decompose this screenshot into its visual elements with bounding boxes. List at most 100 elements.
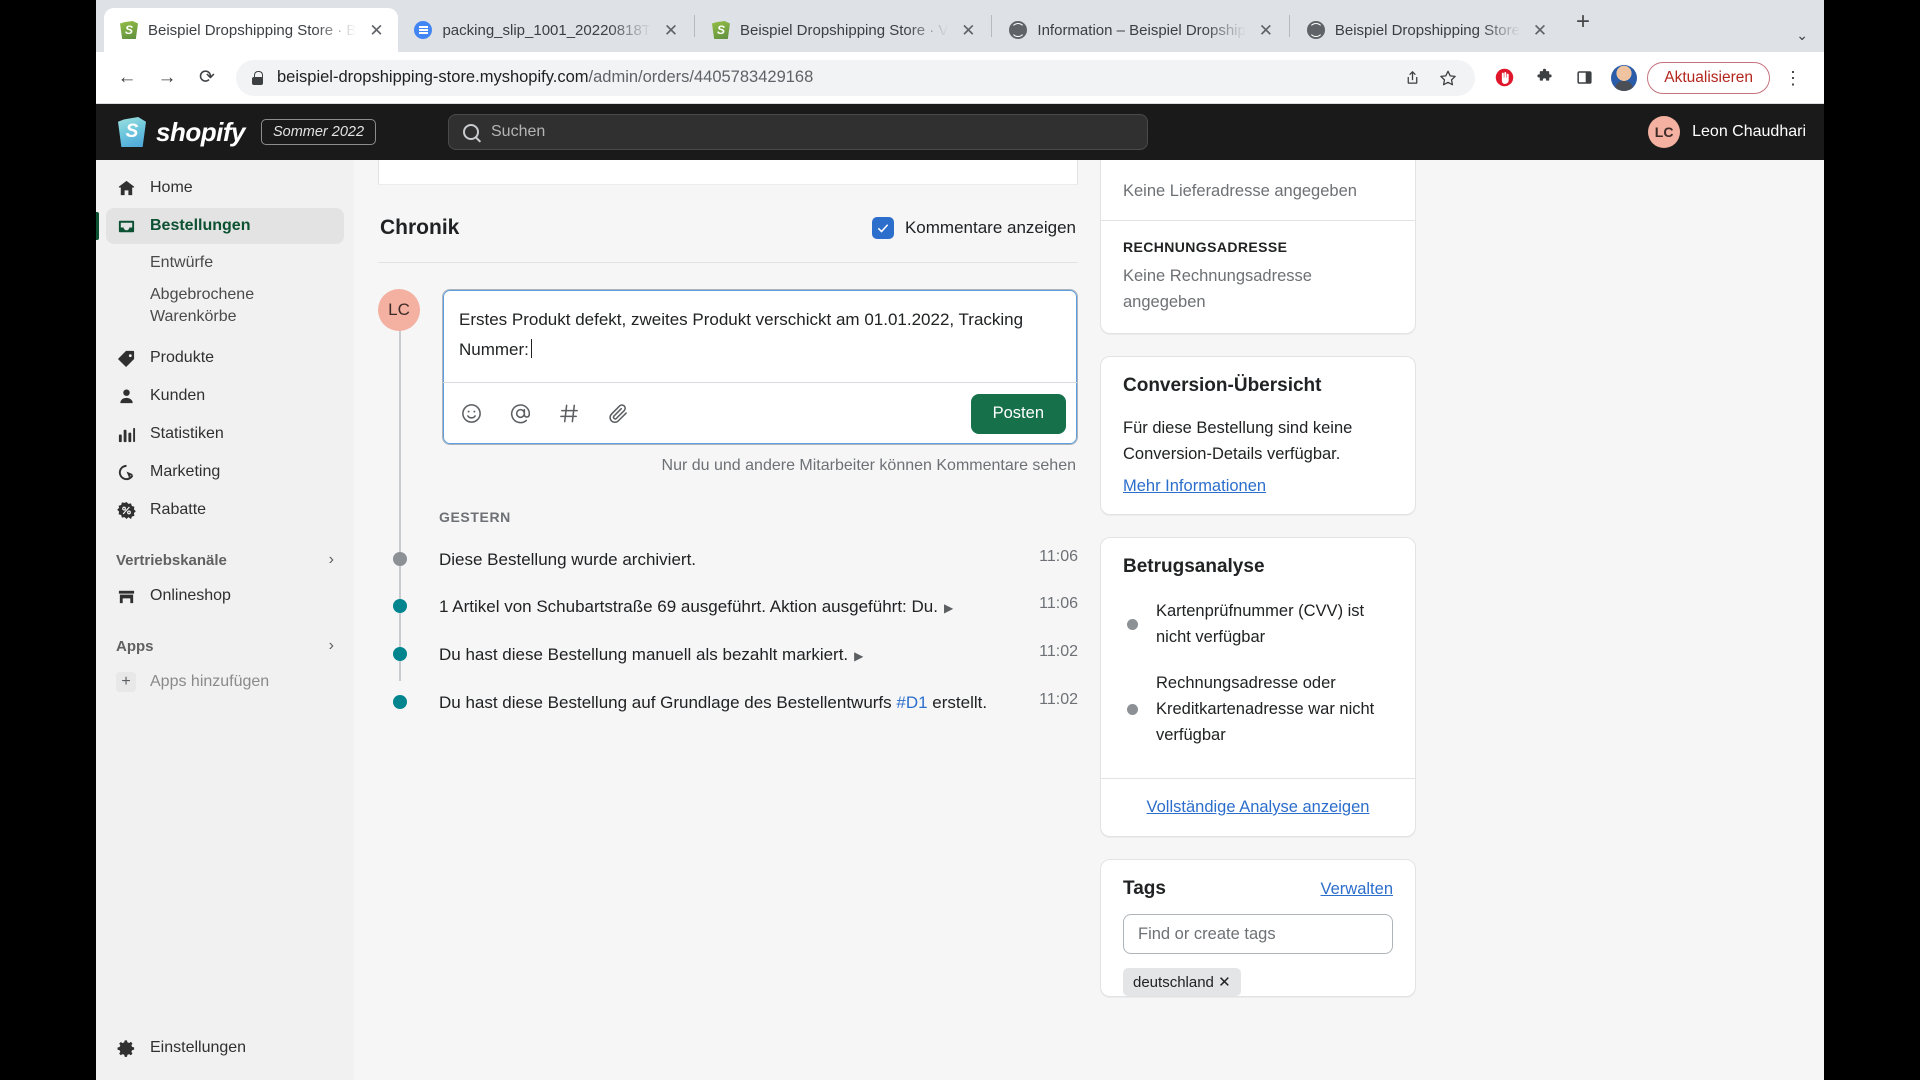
sidebar-section-vertriebskanaele[interactable]: Vertriebskanäle › xyxy=(106,542,344,578)
comment-field[interactable]: Erstes Produkt defekt, zweites Produkt v… xyxy=(442,289,1078,445)
browser-tab-1[interactable]: packing_slip_1001_20220818T ✕ xyxy=(398,8,693,52)
browser-tab-4[interactable]: Beispiel Dropshipping Store ✕ xyxy=(1291,8,1562,52)
user-name: Leon Chaudhari xyxy=(1692,123,1806,140)
sidebar-section-apps[interactable]: Apps › xyxy=(106,628,344,664)
browser-tab-3[interactable]: Information – Beispiel Dropship ✕ xyxy=(993,8,1287,52)
adblock-icon[interactable] xyxy=(1487,61,1521,95)
back-icon[interactable]: ← xyxy=(110,61,144,95)
search-input[interactable]: Suchen xyxy=(448,114,1148,150)
shopify-logo[interactable]: shopify Sommer 2022 xyxy=(118,117,448,148)
gear-icon xyxy=(116,1038,136,1058)
tabstrip-actions: ⌄ xyxy=(1796,27,1824,52)
comment-box: Erstes Produkt defekt, zweites Produkt v… xyxy=(442,289,1078,475)
sidebar-item-label: Rabatte xyxy=(150,501,207,518)
reload-icon[interactable]: ⟳ xyxy=(190,61,224,95)
sidebar-item-bestellungen[interactable]: Bestellungen xyxy=(96,208,344,244)
expand-caret-icon[interactable]: ▶ xyxy=(854,649,863,663)
conversion-title: Conversion-Übersicht xyxy=(1123,375,1322,396)
show-comments-label: Kommentare anzeigen xyxy=(904,218,1076,237)
forward-icon[interactable]: → xyxy=(150,61,184,95)
browser-tab-2[interactable]: Beispiel Dropshipping Store · V ✕ xyxy=(696,8,990,52)
emoji-icon[interactable] xyxy=(460,402,483,425)
sidebar-item-apps-hinzufuegen[interactable]: + Apps hinzufügen xyxy=(106,664,344,700)
fraud-header: Betrugsanalyse xyxy=(1101,538,1415,578)
sidebar-item-marketing[interactable]: Marketing xyxy=(106,454,344,490)
url-text: beispiel-dropshipping-store.myshopify.co… xyxy=(277,68,813,87)
sidebar-item-entwuerfe[interactable]: Entwürfe xyxy=(106,246,344,280)
sidebar-item-label: Produkte xyxy=(150,349,215,366)
chevron-right-icon[interactable]: › xyxy=(329,551,334,569)
draft-order-link[interactable]: #D1 xyxy=(896,693,927,712)
brand-name: shopify xyxy=(156,116,245,147)
sidebar-item-home[interactable]: Home xyxy=(106,170,344,206)
tags-header: Tags Verwalten xyxy=(1101,860,1415,914)
right-sidebar: Keine Lieferadresse angegeben RECHNUNGSA… xyxy=(1100,160,1416,1080)
new-tab-button[interactable]: + xyxy=(1562,8,1604,44)
timeline-list: LC Erstes Produkt defekt, zweites Produk… xyxy=(378,263,1078,715)
timeline-event-text: 1 Artikel von Schubartstraße 69 ausgefüh… xyxy=(407,595,1023,620)
fraud-title: Betrugsanalyse xyxy=(1123,556,1265,577)
lock-icon xyxy=(252,70,263,85)
sidebar-item-produkte[interactable]: Produkte xyxy=(106,340,344,376)
sidebar-item-label: Onlineshop xyxy=(150,587,231,604)
profile-avatar[interactable] xyxy=(1607,61,1641,95)
close-icon[interactable]: ✕ xyxy=(366,22,386,39)
sidebar-item-label: Statistiken xyxy=(150,425,224,442)
browser-menu-icon[interactable]: ⋮ xyxy=(1776,61,1810,95)
user-menu[interactable]: LC Leon Chaudhari xyxy=(1648,116,1806,148)
sidebar-item-rabatte[interactable]: Rabatte xyxy=(106,492,344,528)
timeline-event-label: 1 Artikel von Schubartstraße 69 ausgefüh… xyxy=(439,597,938,616)
tags-input[interactable]: Find or create tags xyxy=(1123,914,1393,954)
browser-tab-0[interactable]: Beispiel Dropshipping Store · B ✕ xyxy=(104,8,399,52)
fraud-dot-icon xyxy=(1127,618,1138,630)
tag-chip[interactable]: deutschland ✕ xyxy=(1123,968,1241,996)
url-domain: beispiel-dropshipping-store.myshopify.co… xyxy=(277,68,589,86)
close-icon[interactable]: ✕ xyxy=(1530,22,1550,39)
mention-icon[interactable] xyxy=(509,402,532,425)
chevron-down-icon[interactable]: ⌄ xyxy=(1796,27,1808,44)
update-button[interactable]: Aktualisieren xyxy=(1647,61,1770,94)
checkbox-checked-icon[interactable] xyxy=(871,217,894,239)
conversion-more-info-link[interactable]: Mehr Informationen xyxy=(1123,477,1266,496)
comment-textarea[interactable]: Erstes Produkt defekt, zweites Produkt v… xyxy=(443,290,1077,382)
fraud-item-text: Kartenprüfnummer (CVV) ist nicht verfügb… xyxy=(1156,602,1365,646)
sidebar-item-onlineshop[interactable]: Onlineshop xyxy=(106,578,344,614)
page-title: Chronik xyxy=(380,216,460,239)
timeline-event-label: Du hast diese Bestellung auf Grundlage d… xyxy=(439,693,897,712)
star-icon[interactable] xyxy=(1431,61,1465,95)
billing-address-empty: Keine Rechnungsadresse angegeben xyxy=(1123,267,1312,311)
sidebar-item-label: Abgebrochene Warenkörbe xyxy=(150,286,255,325)
chevron-right-icon[interactable]: › xyxy=(329,637,334,655)
sidebar-item-kunden[interactable]: Kunden xyxy=(106,378,344,414)
puzzle-icon[interactable] xyxy=(1527,61,1561,95)
app-body: Home Bestellungen Entwürfe Abgebrochene … xyxy=(96,160,1824,1080)
close-icon[interactable]: ✕ xyxy=(1256,22,1276,39)
show-comments-toggle[interactable]: Kommentare anzeigen xyxy=(871,217,1076,239)
document-favicon xyxy=(414,21,433,39)
close-icon[interactable]: ✕ xyxy=(661,22,681,39)
timeline-event-time: 11:06 xyxy=(1039,548,1078,565)
expand-caret-icon[interactable]: ▶ xyxy=(944,601,953,615)
fraud-items: Kartenprüfnummer (CVV) ist nicht verfügb… xyxy=(1101,584,1415,778)
share-icon[interactable] xyxy=(1395,61,1429,95)
attachment-icon[interactable] xyxy=(607,402,630,425)
side-panel-icon[interactable] xyxy=(1567,61,1601,95)
address-bar[interactable]: beispiel-dropshipping-store.myshopify.co… xyxy=(236,59,1476,96)
timeline-event: 1 Artikel von Schubartstraße 69 ausgefüh… xyxy=(378,572,1078,620)
fraud-footer: Vollständige Analyse anzeigen xyxy=(1101,778,1415,836)
sidebar-item-abgebrochene-warenkoerbe[interactable]: Abgebrochene Warenkörbe xyxy=(106,280,344,332)
hashtag-icon[interactable] xyxy=(558,402,581,425)
sidebar-item-label: Apps hinzufügen xyxy=(150,673,270,690)
fraud-dot-icon xyxy=(1127,703,1138,715)
full-analysis-link[interactable]: Vollständige Analyse anzeigen xyxy=(1147,798,1370,817)
tags-manage-link[interactable]: Verwalten xyxy=(1321,880,1393,899)
sidebar-item-statistiken[interactable]: Statistiken xyxy=(106,416,344,452)
season-badge: Sommer 2022 xyxy=(260,119,377,145)
close-icon[interactable]: ✕ xyxy=(958,22,978,39)
tags-placeholder: Find or create tags xyxy=(1138,924,1276,943)
storefront-icon xyxy=(116,586,136,606)
sidebar-item-label: Bestellungen xyxy=(150,217,251,234)
sidebar-item-einstellungen[interactable]: Einstellungen xyxy=(106,1030,344,1066)
post-button[interactable]: Posten xyxy=(970,393,1066,434)
timeline-date-group: GESTERN xyxy=(439,509,511,525)
